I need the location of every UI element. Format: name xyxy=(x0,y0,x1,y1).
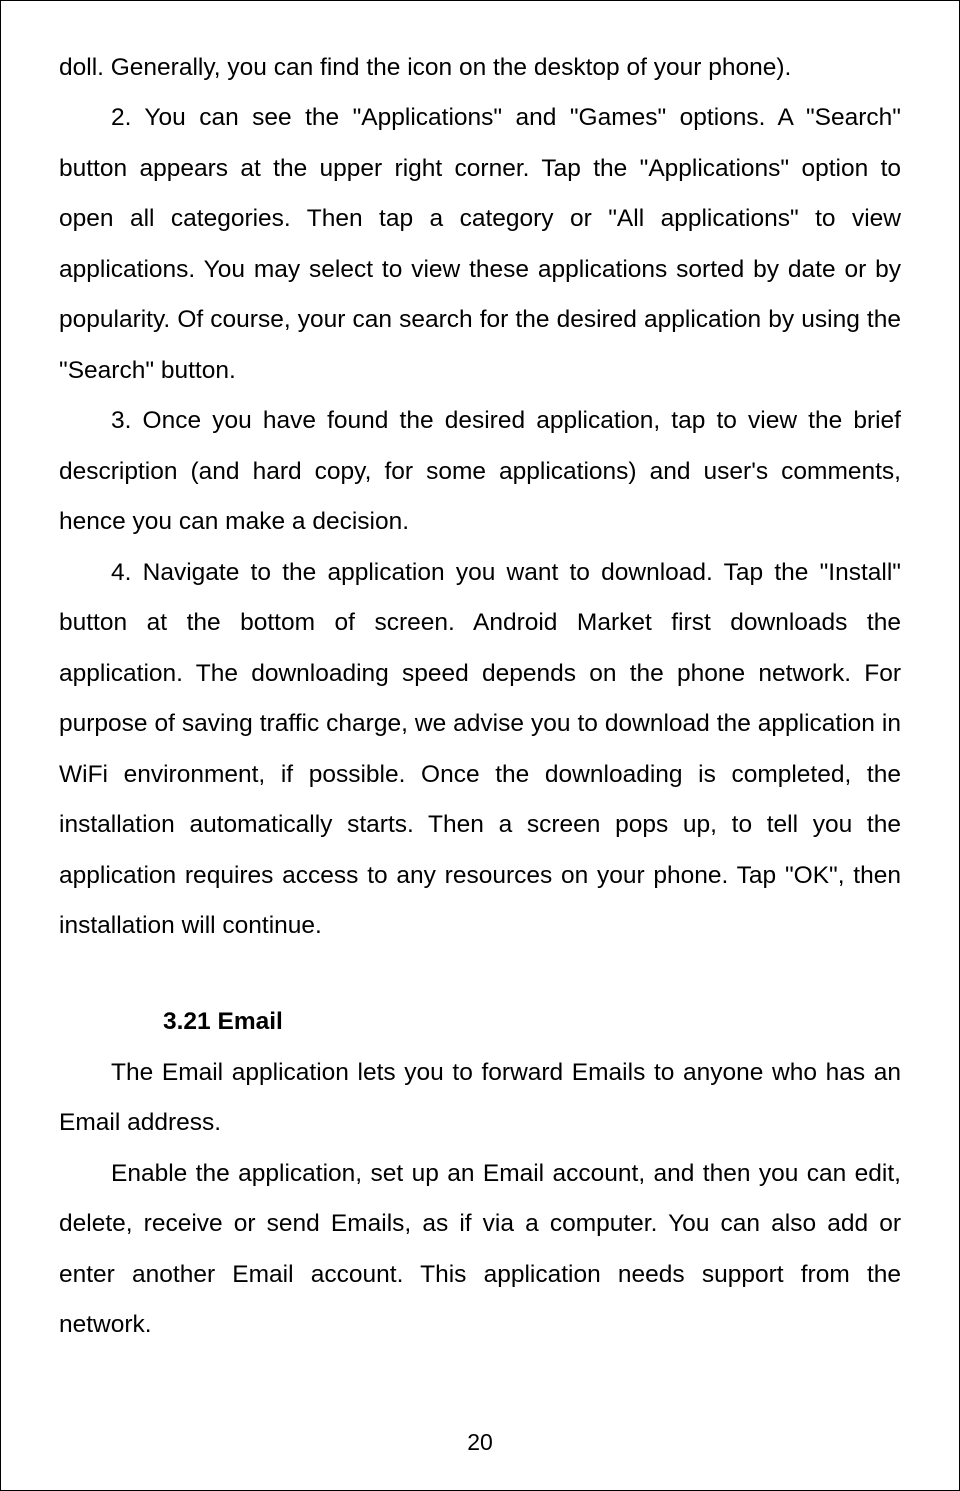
body-text-continuation: doll. Generally, you can find the icon o… xyxy=(59,43,901,93)
body-text-email-1: The Email application lets you to forwar… xyxy=(59,1048,901,1149)
section-number: 3.21 xyxy=(111,997,211,1047)
page-number: 20 xyxy=(1,1429,959,1456)
section-title: Email xyxy=(218,1008,283,1035)
body-text-item-3: 3. Once you have found the desired appli… xyxy=(59,396,901,547)
body-text-item-2: 2. You can see the "Applications" and "G… xyxy=(59,93,901,396)
page-content: doll. Generally, you can find the icon o… xyxy=(59,43,901,1351)
body-text-item-4: 4. Navigate to the application you want … xyxy=(59,548,901,952)
section-heading: 3.21 Email xyxy=(59,997,901,1047)
document-page: doll. Generally, you can find the icon o… xyxy=(0,0,960,1491)
body-text-email-2: Enable the application, set up an Email … xyxy=(59,1149,901,1351)
